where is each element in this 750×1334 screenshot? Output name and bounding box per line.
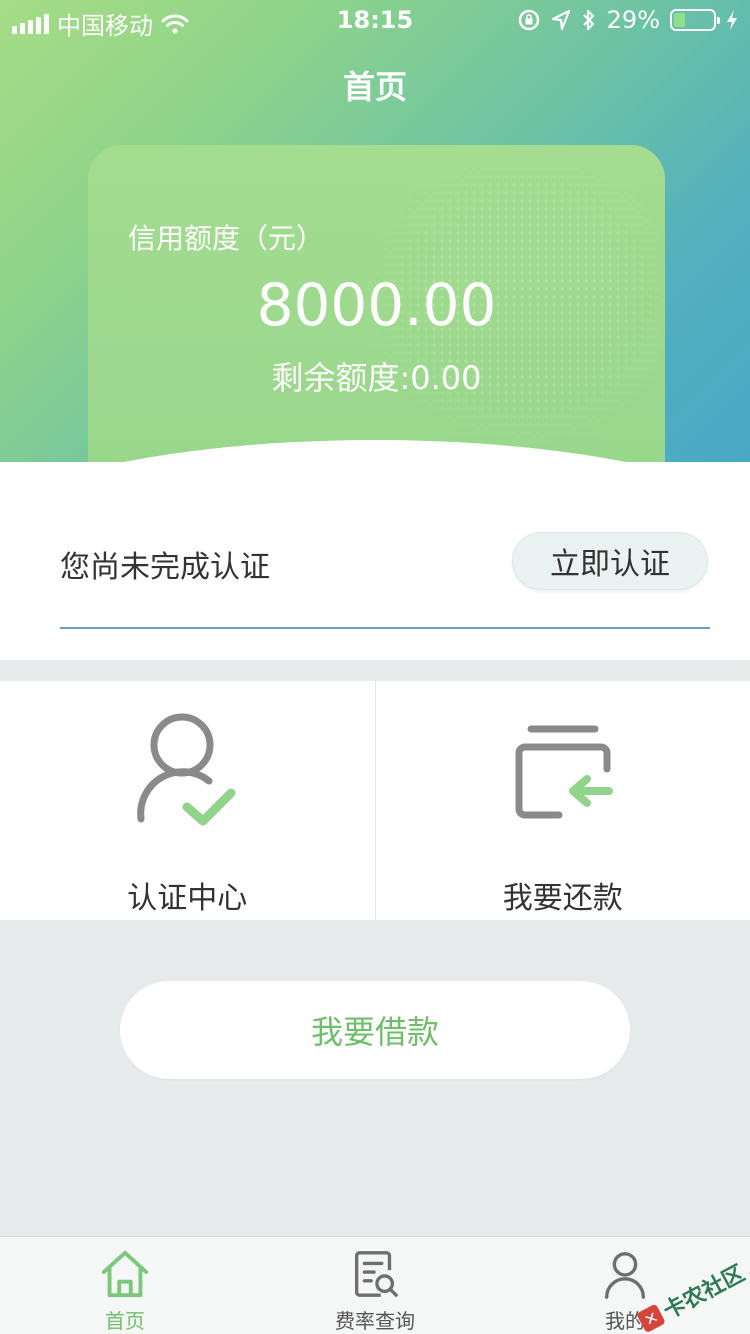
rate-search-icon (354, 1251, 398, 1297)
rotation-lock-icon (518, 9, 539, 31)
tab-label-rate-query: 费率查询 (335, 1309, 415, 1333)
remaining-limit: 剩余额度:0.00 (271, 359, 482, 397)
status-right: 29% (517, 6, 738, 34)
tab-home[interactable]: 首页 (0, 1237, 250, 1334)
status-bar: 中国移动 18:15 29% (0, 0, 750, 40)
user-check-icon (137, 713, 236, 826)
feature-label-repayment: 我要还款 (502, 881, 623, 916)
location-icon (551, 9, 570, 31)
credit-limit-amount: 8000.00 (256, 271, 497, 339)
verification-message: 您尚未完成认证 (60, 550, 270, 585)
tab-rate-query[interactable]: 费率查询 (250, 1237, 500, 1334)
page-title: 首页 (342, 68, 407, 106)
battery-level (674, 13, 686, 27)
tab-bar: 首页 费率查询 我的 (0, 1236, 750, 1334)
battery-icon (670, 9, 720, 31)
charging-icon (727, 10, 737, 30)
feature-grid: 认证中心 我要还款 (0, 681, 750, 920)
home-icon (101, 1250, 149, 1298)
verification-section: 您尚未完成认证 立即认证 (0, 462, 750, 660)
verification-divider (60, 627, 710, 629)
battery-percent: 29% (606, 6, 660, 34)
profile-icon (604, 1252, 646, 1299)
tab-label-home: 首页 (105, 1309, 145, 1333)
feature-repayment[interactable]: 我要还款 (374, 681, 750, 920)
credit-card: 信用额度（元） 8000.00 剩余额度:0.00 (88, 145, 665, 475)
feature-verification-center[interactable]: 认证中心 (0, 681, 375, 920)
credit-limit-label: 信用额度（元） (128, 222, 325, 255)
feature-label-verification: 认证中心 (127, 881, 248, 916)
bluetooth-icon (582, 9, 594, 31)
repay-card-icon (515, 725, 613, 819)
app-screen: 中国移动 18:15 29% 首页 信用额度（元） 8000.00 剩余额度:0… (0, 0, 750, 1334)
verify-now-button[interactable]: 立即认证 (512, 532, 708, 590)
borrow-button[interactable]: 我要借款 (120, 981, 630, 1079)
